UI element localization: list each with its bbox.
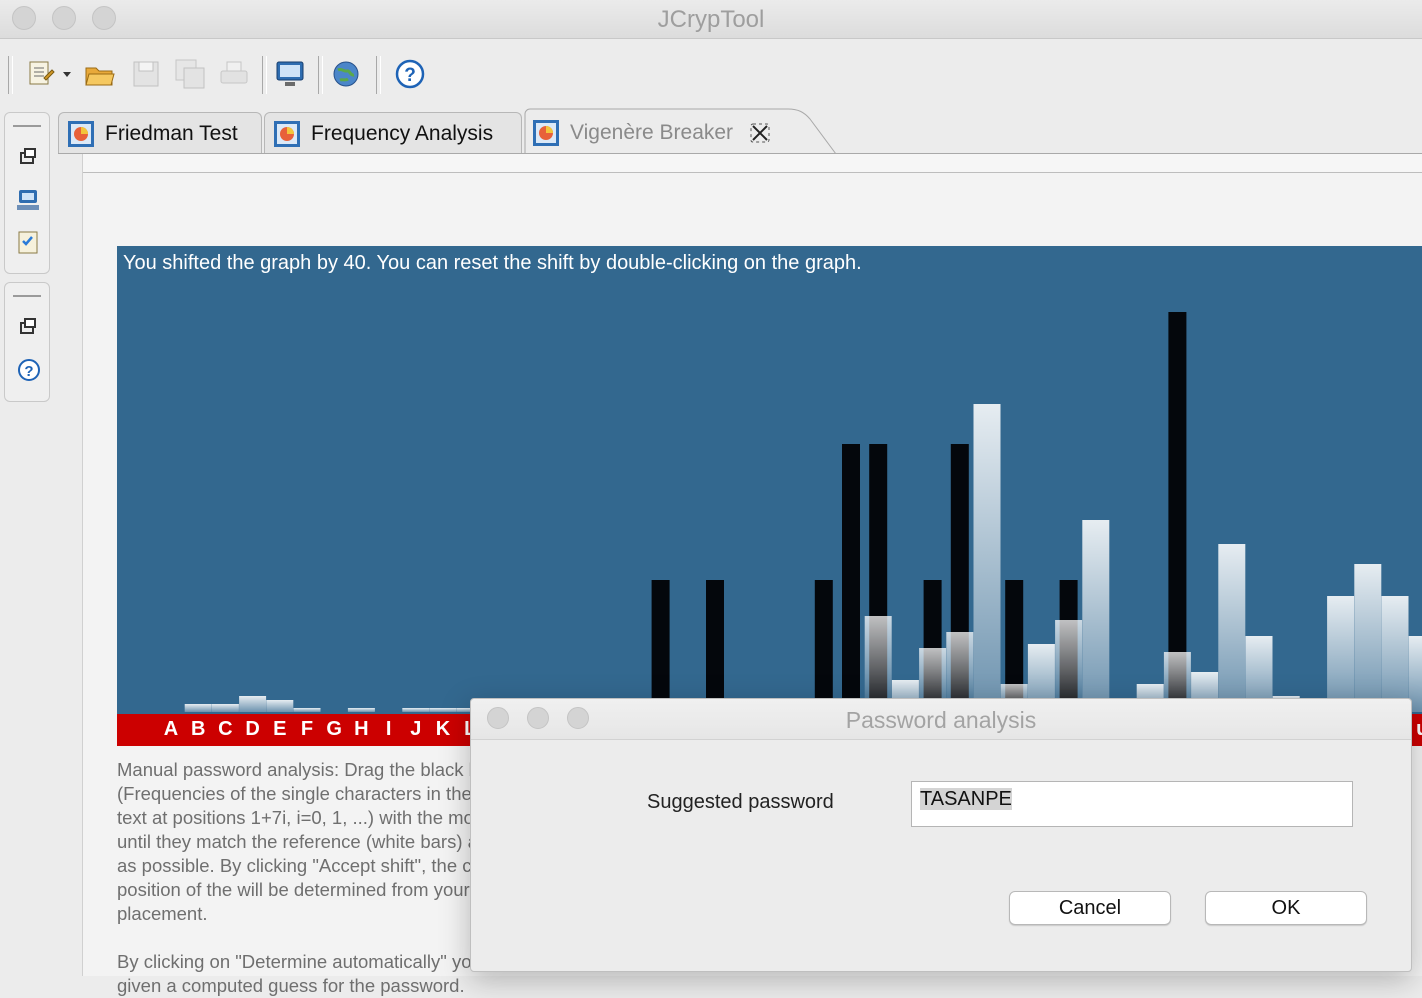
help-view-icon[interactable]: ?	[15, 357, 41, 383]
text-frequency-bar-U[interactable]	[706, 580, 724, 712]
reference-frequency-bar-H	[347, 708, 375, 712]
axis-letter-H: H	[354, 718, 369, 740]
reference-frequency-bar-K	[429, 708, 457, 712]
globe-icon[interactable]	[330, 58, 362, 90]
crypto-explorer-icon[interactable]	[15, 187, 41, 213]
save-all-icon[interactable]	[174, 58, 206, 90]
ok-button[interactable]: OK	[1205, 891, 1367, 925]
editor-tabs: Friedman Test Frequency Analysis Vigenèr…	[58, 108, 1422, 154]
shift-message: You shifted the graph by 40. You can res…	[123, 252, 862, 274]
axis-letter-I: I	[385, 718, 392, 740]
content-header-strip	[83, 154, 1422, 173]
restore-icon[interactable]	[15, 143, 41, 169]
dialog-titlebar: Password analysis	[471, 699, 1411, 740]
tab-label: Frequency Analysis	[311, 121, 494, 145]
reference-frequency-bar-J	[402, 708, 430, 712]
text-frequency-bar-Z[interactable]	[842, 444, 860, 712]
reference-frequency-bar-s	[1354, 564, 1382, 712]
reference-frequency-bar-i	[1082, 520, 1110, 712]
axis-letter-u: u	[1412, 718, 1422, 741]
print-icon[interactable]	[218, 58, 250, 90]
text-frequency-bar-Y[interactable]	[814, 580, 833, 712]
axis-letter-J: J	[410, 718, 422, 740]
toolbar-separator	[8, 56, 13, 94]
tab-frequency-analysis[interactable]: Frequency Analysis	[264, 112, 522, 154]
chevron-down-icon[interactable]	[60, 58, 74, 90]
cancel-button[interactable]: Cancel	[1009, 891, 1171, 925]
chart-editor-icon	[274, 120, 300, 147]
main-toolbar: ?	[0, 40, 1422, 106]
toolbar-separator	[262, 56, 267, 94]
tab-label: Friedman Test	[105, 121, 238, 145]
axis-letter-F: F	[300, 718, 314, 740]
suggested-password-value: TASANPE	[920, 788, 1012, 810]
chart-editor-icon	[68, 120, 94, 147]
reference-frequency-bar-e	[973, 404, 1001, 712]
reference-frequency-bar-n	[1218, 544, 1246, 712]
toolbar-separator	[318, 56, 323, 94]
dock-group-bottom: ?	[4, 282, 50, 402]
window-titlebar: JCrypTool	[0, 0, 1422, 39]
reference-frequency-bar-F	[293, 708, 321, 712]
suggested-password-field[interactable]: TASANPE	[911, 781, 1353, 827]
axis-letter-B: B	[190, 718, 206, 740]
password-analysis-dialog: Password analysis Suggested password TAS…	[470, 698, 1412, 972]
dock-handle[interactable]	[13, 125, 41, 127]
restore-icon[interactable]	[15, 313, 41, 339]
axis-letter-C: C	[218, 718, 233, 740]
svg-text:?: ?	[404, 65, 416, 86]
tab-label: Vigenère Breaker	[570, 121, 734, 144]
chart-editor-icon	[533, 120, 559, 146]
reference-frequency-bar-C	[211, 704, 239, 712]
dock-handle[interactable]	[13, 295, 41, 297]
save-icon[interactable]	[130, 58, 162, 90]
reference-frequency-bar-t	[1381, 596, 1409, 712]
reference-frequency-bar-r	[1327, 596, 1355, 712]
window-title: JCrypTool	[657, 6, 765, 33]
monitor-icon[interactable]	[274, 58, 306, 90]
axis-letter-E: E	[273, 718, 287, 740]
new-editor-icon[interactable]	[26, 58, 58, 90]
dock-group-top	[4, 112, 50, 274]
text-frequency-bar-S[interactable]	[651, 580, 670, 712]
suggested-password-label: Suggested password	[647, 791, 834, 813]
frequency-graph[interactable]: You shifted the graph by 40. You can res…	[117, 246, 1422, 746]
reference-frequency-bar-B	[184, 704, 212, 712]
dialog-title: Password analysis	[845, 707, 1037, 733]
reference-frequency-bar-D	[239, 696, 267, 712]
reference-frequency-bar-E	[266, 700, 294, 712]
help-icon[interactable]: ?	[394, 58, 426, 90]
svg-text:?: ?	[24, 363, 33, 380]
axis-letter-D: D	[245, 718, 260, 740]
axis-letter-K: K	[435, 718, 451, 740]
close-tab-icon[interactable]	[749, 122, 771, 144]
open-file-icon[interactable]	[84, 58, 116, 90]
axis-letter-G: G	[326, 718, 342, 740]
tab-friedman-test[interactable]: Friedman Test	[58, 112, 262, 154]
axis-letter-A: A	[163, 718, 179, 740]
tab-vigenere-breaker[interactable]: Vigenère Breaker	[524, 108, 854, 154]
toolbar-separator	[376, 56, 381, 94]
frequency-bars[interactable]	[117, 246, 1422, 746]
algorithm-checklist-icon[interactable]	[15, 229, 41, 255]
